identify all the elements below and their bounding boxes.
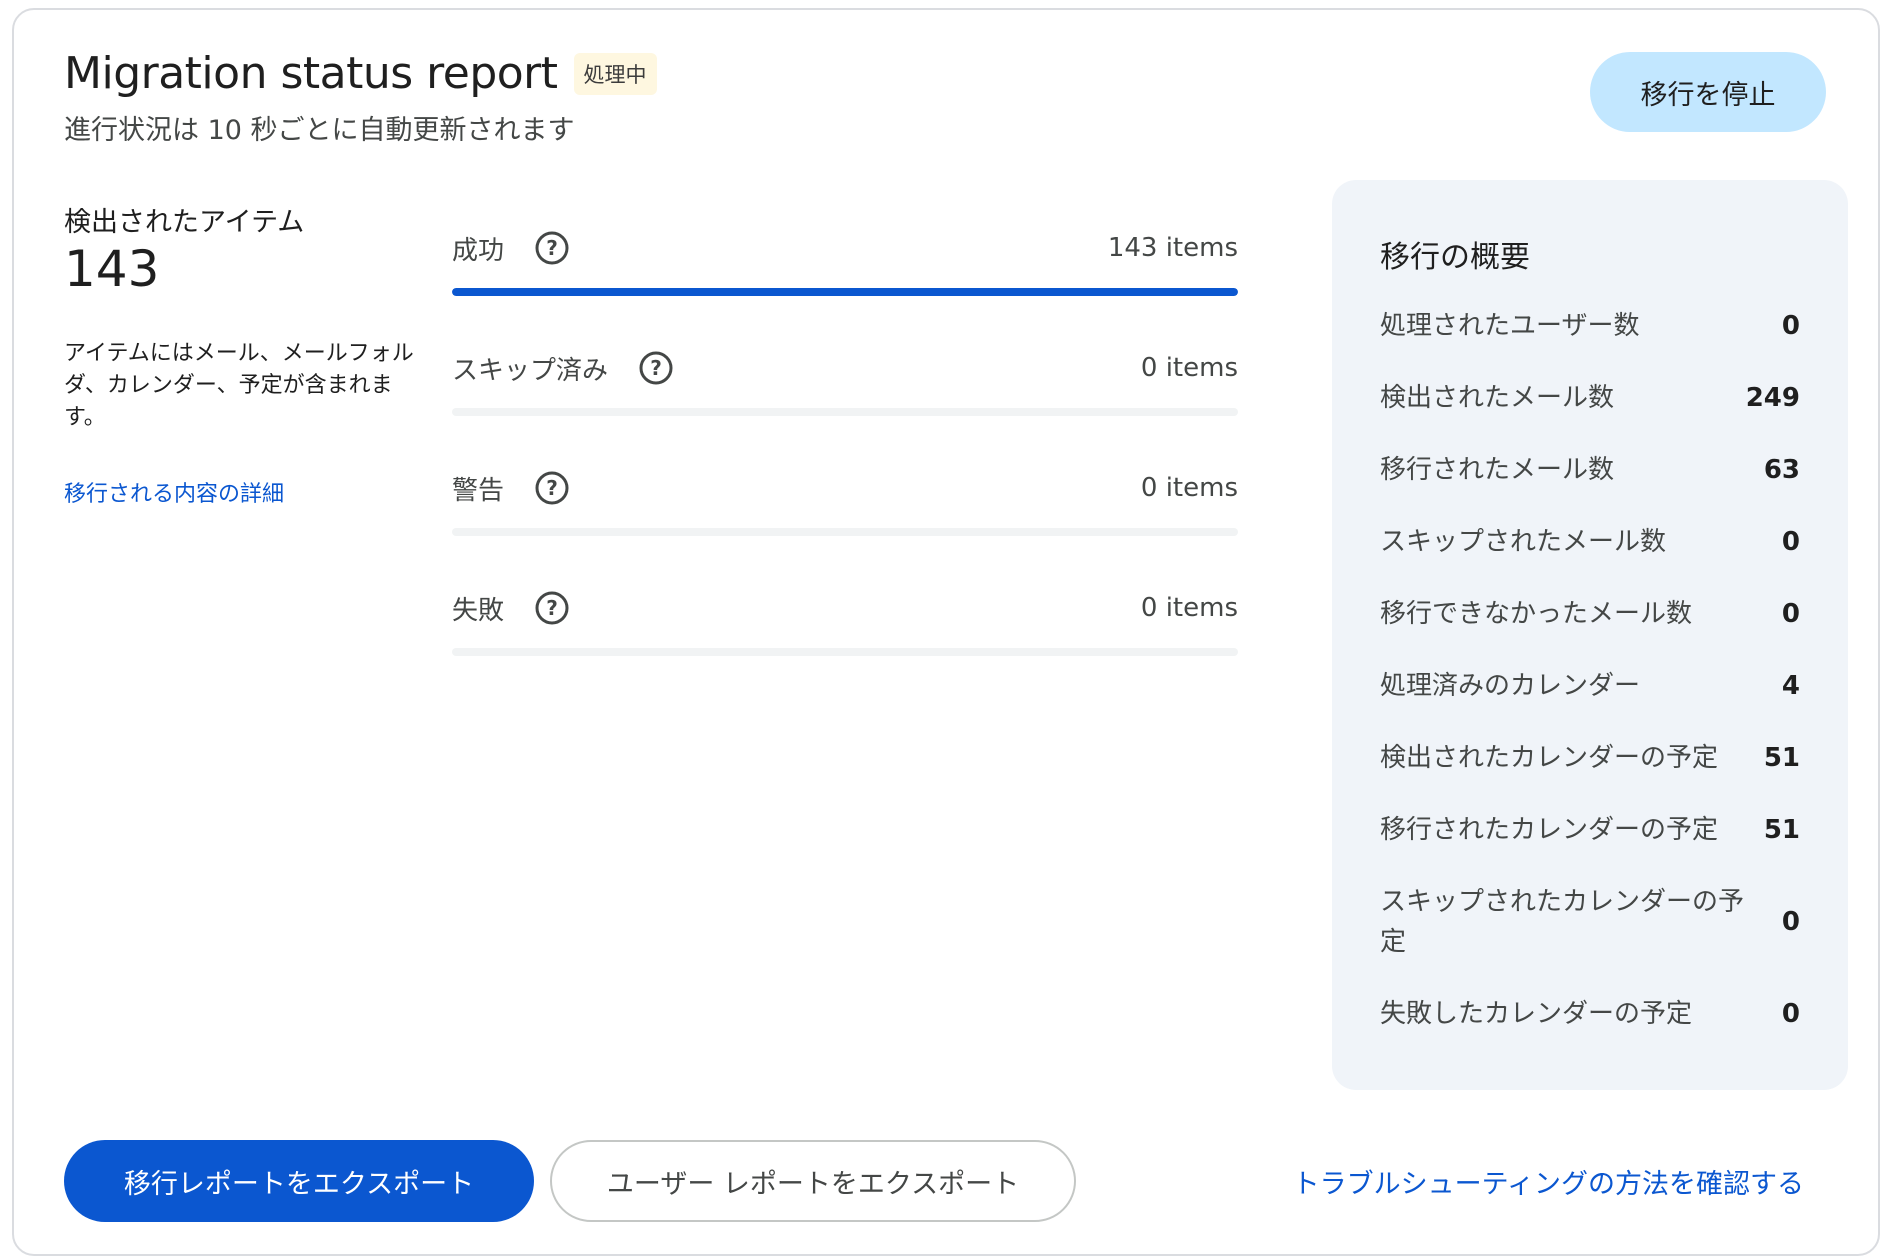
progress-track: [452, 528, 1238, 536]
summary-value: 51: [1763, 743, 1800, 773]
summary-row: 失敗したカレンダーの予定 0: [1380, 978, 1800, 1050]
summary-label: 検出されたカレンダーの予定: [1380, 743, 1719, 773]
progress-label: スキップ済み: [452, 355, 609, 386]
summary-row: 処理済みのカレンダー 4: [1380, 650, 1800, 722]
progress-track: [452, 648, 1238, 656]
svg-text:?: ?: [546, 476, 558, 500]
help-circle-icon[interactable]: ?: [534, 470, 570, 506]
status-badge: 処理中: [573, 52, 657, 95]
summary-label: 検出されたメール数: [1380, 383, 1615, 413]
summary-row: 移行できなかったメール数 0: [1380, 578, 1800, 650]
migration-summary-panel: 移行の概要 処理されたユーザー数 0 検出されたメール数 249 移行されたメー…: [1332, 180, 1848, 1090]
progress-count: 0 items: [1140, 353, 1238, 383]
summary-value: 0: [1781, 999, 1800, 1029]
progress-row-failed: 失敗 ? 0 items: [452, 580, 1238, 700]
summary-row: スキップされたカレンダーの予定 0: [1380, 866, 1800, 978]
progress-row-warning: 警告 ? 0 items: [452, 460, 1238, 580]
progress-count: 0 items: [1140, 593, 1238, 623]
summary-label: 処理されたユーザー数: [1380, 311, 1640, 341]
summary-label: 処理済みのカレンダー: [1380, 671, 1641, 701]
summary-row: 検出されたメール数 249: [1380, 362, 1800, 434]
summary-label: スキップされたカレンダーの予定: [1380, 887, 1745, 957]
summary-label: 失敗したカレンダーの予定: [1380, 999, 1693, 1029]
summary-value: 0: [1781, 527, 1800, 557]
summary-row: 移行されたメール数 63: [1380, 434, 1800, 506]
help-circle-icon[interactable]: ?: [534, 590, 570, 626]
summary-label: 移行できなかったメール数: [1380, 599, 1693, 629]
summary-value: 63: [1763, 455, 1800, 485]
found-items-description: アイテムにはメール、メールフォルダ、カレンダー、予定が含まれます。: [64, 341, 414, 430]
summary-title: 移行の概要: [1380, 240, 1530, 275]
summary-value: 0: [1781, 907, 1800, 937]
auto-refresh-subtitle: 進行状況は 10 秒ごとに自動更新されます: [64, 115, 575, 146]
page-title: Migration status report: [64, 48, 558, 99]
progress-track: [452, 288, 1238, 296]
progress-label: 失敗: [452, 595, 505, 626]
svg-text:?: ?: [650, 356, 662, 380]
found-items-count: 143: [64, 240, 160, 298]
progress-row-skipped: スキップ済み ? 0 items: [452, 340, 1238, 460]
title-row: Migration status report 処理中: [64, 48, 657, 99]
summary-list: 処理されたユーザー数 0 検出されたメール数 249 移行されたメール数 63 …: [1380, 290, 1800, 1050]
summary-label: スキップされたメール数: [1380, 527, 1667, 557]
progress-label: 成功: [452, 235, 505, 266]
summary-value: 4: [1781, 671, 1800, 701]
export-user-report-button[interactable]: ユーザー レポートをエクスポート: [550, 1140, 1076, 1222]
summary-label: 移行されたカレンダーの予定: [1380, 815, 1719, 845]
progress-fill: [452, 288, 1238, 296]
export-migration-report-button[interactable]: 移行レポートをエクスポート: [64, 1140, 534, 1222]
svg-text:?: ?: [546, 596, 558, 620]
help-circle-icon[interactable]: ?: [638, 350, 674, 386]
summary-row: 処理されたユーザー数 0: [1380, 290, 1800, 362]
summary-value: 0: [1781, 599, 1800, 629]
troubleshooting-link[interactable]: トラブルシューティングの方法を確認する: [1293, 1162, 1804, 1201]
summary-row: スキップされたメール数 0: [1380, 506, 1800, 578]
progress-label: 警告: [452, 475, 505, 506]
found-items-label: 検出されたアイテム: [64, 207, 305, 238]
summary-value: 0: [1781, 311, 1800, 341]
summary-row: 移行されたカレンダーの予定 51: [1380, 794, 1800, 866]
svg-text:?: ?: [546, 236, 558, 260]
summary-row: 検出されたカレンダーの予定 51: [1380, 722, 1800, 794]
summary-label: 移行されたメール数: [1380, 455, 1615, 485]
help-circle-icon[interactable]: ?: [534, 230, 570, 266]
summary-value: 51: [1763, 815, 1800, 845]
summary-value: 249: [1745, 383, 1800, 413]
progress-count: 143 items: [1107, 233, 1238, 263]
progress-list: 成功 ? 143 items スキップ済み ? 0 items 警告 ? 0 i…: [452, 220, 1238, 700]
stop-migration-button[interactable]: 移行を停止: [1590, 52, 1826, 132]
progress-count: 0 items: [1140, 473, 1238, 503]
progress-row-success: 成功 ? 143 items: [452, 220, 1238, 340]
progress-track: [452, 408, 1238, 416]
migration-status-card: Migration status report 処理中 進行状況は 10 秒ごと…: [12, 8, 1880, 1256]
migration-details-link[interactable]: 移行される内容の詳細: [64, 476, 284, 508]
